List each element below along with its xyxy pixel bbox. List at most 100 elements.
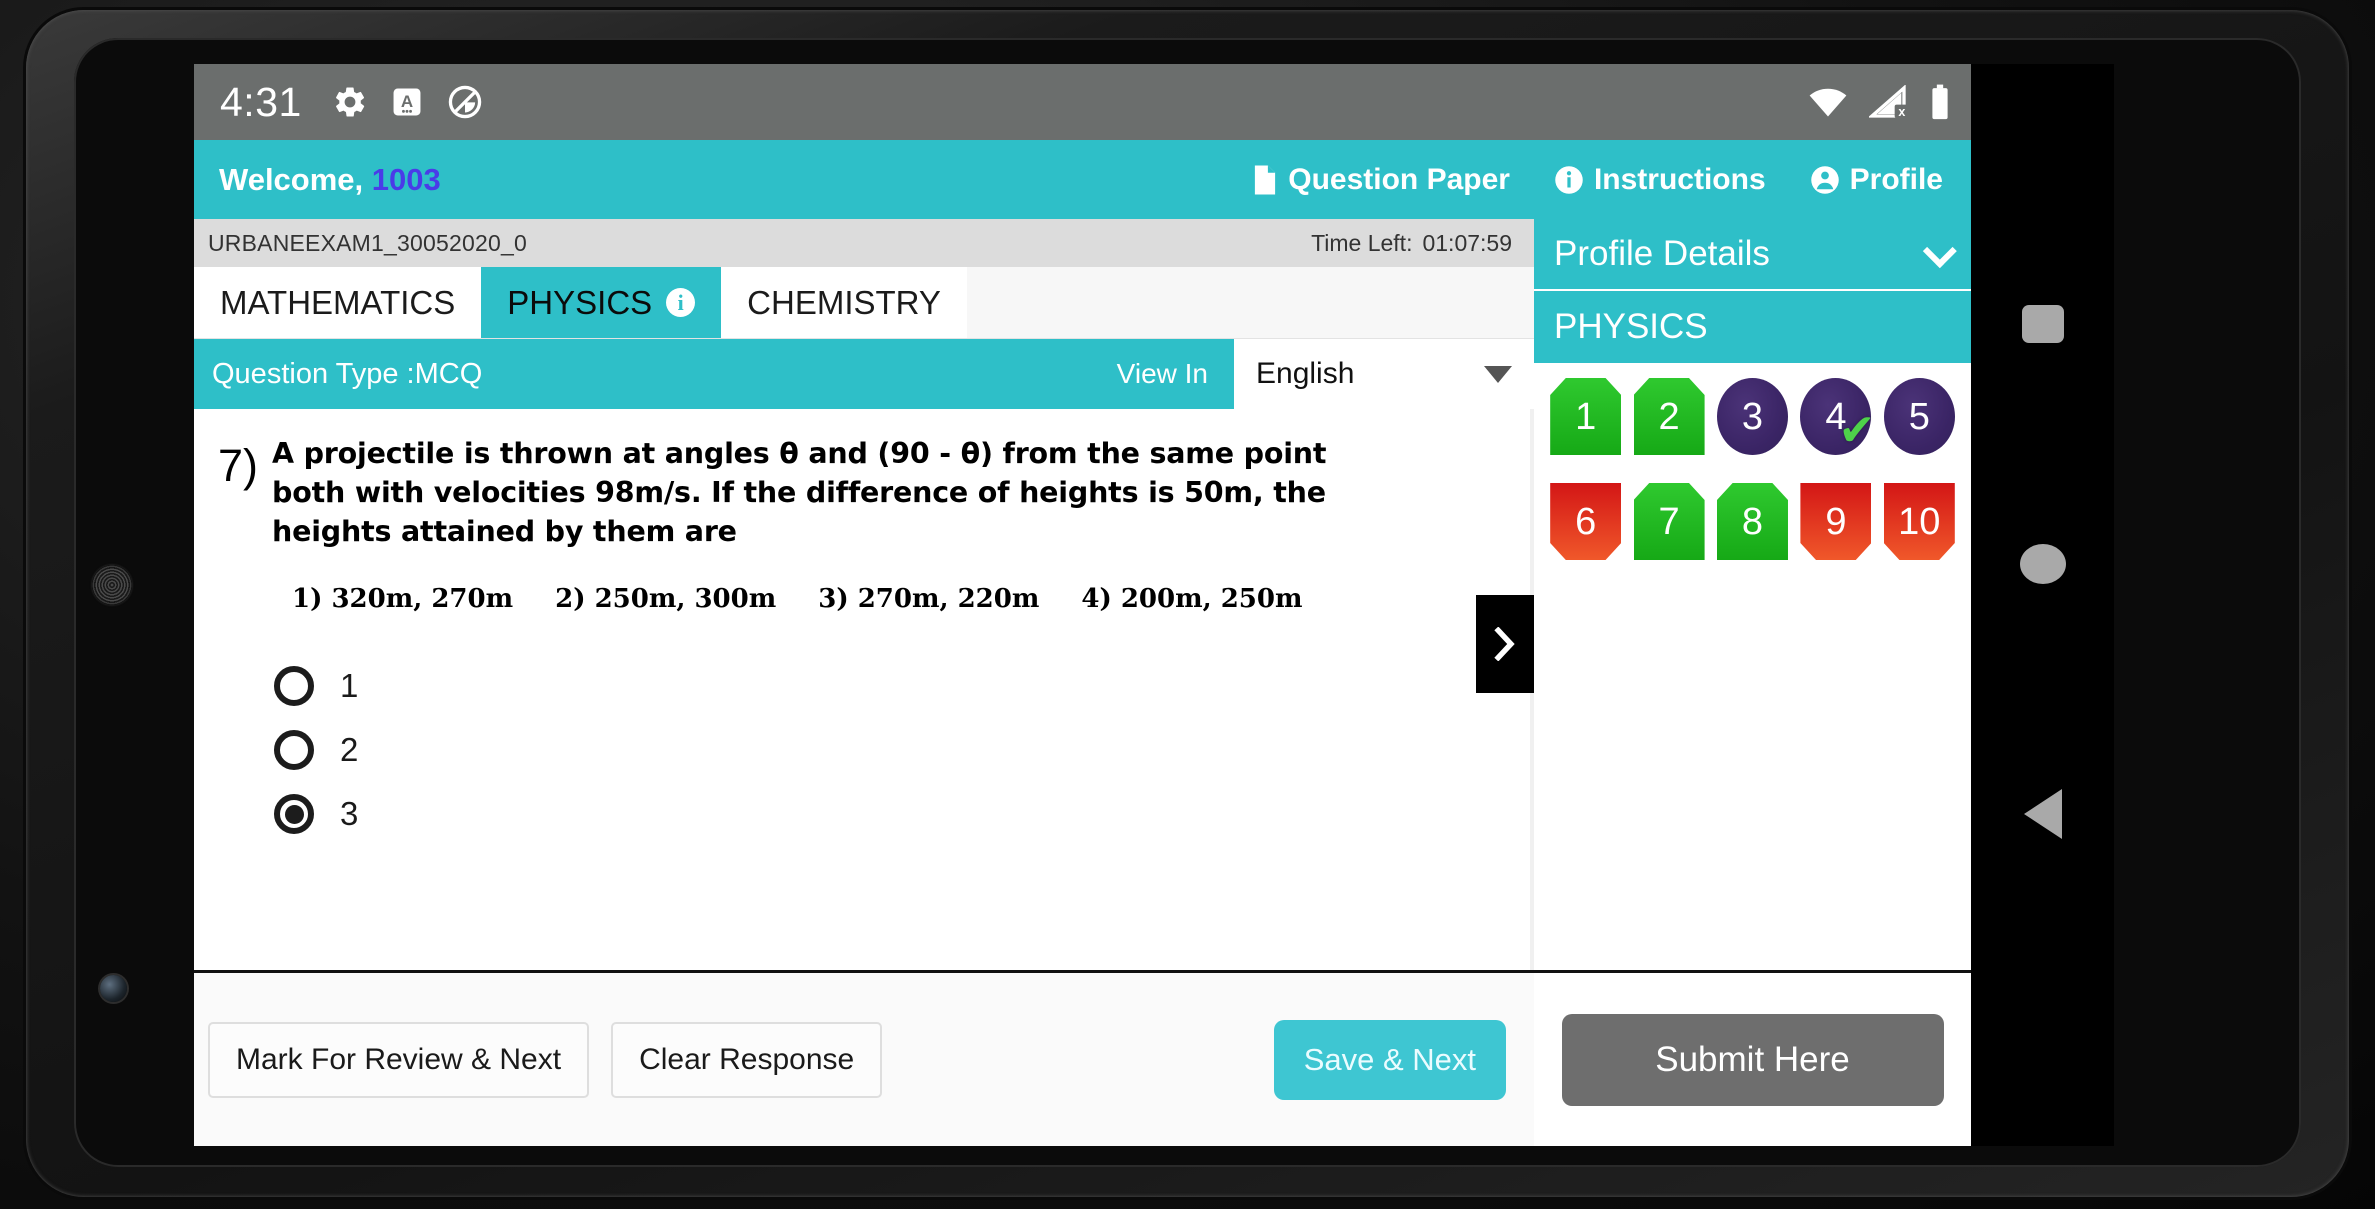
profile-details-header[interactable]: Profile Details	[1534, 219, 1971, 291]
answer-choice-list: 1 2 3	[274, 654, 1504, 846]
answer-choice-1[interactable]: 1	[274, 654, 1504, 718]
answer-choice-1-label: 1	[340, 667, 359, 705]
status-right-icons: x	[1807, 83, 1951, 121]
front-camera-icon	[100, 975, 127, 1002]
clear-response-button[interactable]: Clear Response	[611, 1021, 883, 1098]
answer-choice-2-label: 2	[340, 731, 359, 769]
time-left-value: 01:07:59	[1422, 229, 1512, 256]
question-cell[interactable]: 2	[1633, 378, 1705, 455]
question-cell-number: 3	[1741, 395, 1764, 438]
question-cell-number: 5	[1908, 395, 1930, 438]
radio-button-3[interactable]	[274, 794, 314, 835]
device-frame: 4:31 A x Welcome, 1003 Question Paper In…	[0, 0, 2375, 1209]
tab-chemistry[interactable]: CHEMISTRY	[721, 267, 967, 338]
exam-id-label: URBANEEXAM1_30052020_0	[208, 229, 527, 256]
save-and-next-button[interactable]: Save & Next	[1273, 1019, 1506, 1100]
status-left-icons: A	[332, 83, 484, 121]
answer-choice-3-label: 3	[340, 795, 359, 833]
signal-off-icon: x	[1869, 85, 1909, 119]
android-status-bar: 4:31 A x	[194, 64, 1971, 140]
tab-chemistry-label: CHEMISTRY	[747, 283, 941, 321]
profile-label: Profile	[1849, 162, 1943, 196]
radio-button-1[interactable]	[274, 666, 314, 707]
wifi-icon	[1809, 88, 1847, 117]
submit-here-button[interactable]: Submit Here	[1561, 1013, 1944, 1106]
circle-icon	[2019, 544, 2066, 584]
back-button[interactable]	[1971, 754, 2114, 874]
recents-button[interactable]	[1971, 264, 2114, 384]
tab-physics-label: PHYSICS	[507, 283, 653, 321]
answer-choice-3[interactable]: 3	[274, 782, 1504, 846]
time-left-label: Time Left:	[1311, 229, 1413, 256]
exam-info-bar: URBANEEXAM1_30052020_0 Time Left: 01:07:…	[194, 219, 1534, 267]
inline-option: 2) 250m, 300m	[555, 584, 777, 615]
question-inline-options: 1) 320m, 270m 2) 250m, 300m 3) 270m, 220…	[292, 584, 1504, 614]
device-screen: 4:31 A x Welcome, 1003 Question Paper In…	[194, 64, 2114, 1146]
palette-subject-header: PHYSICS	[1534, 291, 1971, 363]
question-cell[interactable]: 1	[1550, 378, 1622, 455]
battery-full-icon	[1932, 84, 1948, 120]
welcome-label: Welcome,	[219, 161, 364, 197]
tab-physics[interactable]: PHYSICS i	[481, 267, 722, 338]
answer-choice-2[interactable]: 2	[274, 718, 1504, 782]
svg-text:A: A	[401, 92, 413, 111]
tab-physics-info-icon[interactable]: i	[666, 288, 696, 317]
time-left: Time Left: 01:07:59	[1311, 230, 1512, 257]
android-navigation-bar	[1971, 64, 2114, 1146]
radio-button-2[interactable]	[274, 730, 314, 771]
tab-bar-filler	[966, 267, 1534, 338]
chevron-down-icon	[1484, 365, 1512, 383]
app-header: Welcome, 1003 Question Paper Instruction…	[194, 140, 1971, 219]
tab-mathematics-label: MATHEMATICS	[220, 283, 456, 321]
question-cell-number: 10	[1898, 500, 1941, 543]
triangle-left-icon	[2023, 789, 2062, 839]
user-id: 1003	[371, 161, 441, 197]
question-cell[interactable]: 8	[1716, 483, 1788, 560]
mark-for-review-next-button[interactable]: Mark For Review & Next	[208, 1021, 590, 1098]
question-cell-number: 8	[1741, 500, 1764, 543]
a-box-icon: A	[393, 88, 421, 116]
question-row: 7) A projectile is thrown at angles θ an…	[218, 435, 1504, 551]
question-cell-number: 6	[1575, 500, 1597, 543]
question-type-bar: Question Type :MCQ View In English	[194, 339, 1534, 409]
language-select[interactable]: English	[1234, 339, 1534, 409]
question-paper-button[interactable]: Question Paper	[1252, 163, 1510, 197]
question-palette-panel: Profile Details PHYSICS 1 2 3 4 ✔ 5 6 7 …	[1534, 219, 1971, 1146]
question-action-bar: Mark For Review & Next Clear Response Sa…	[194, 970, 1534, 1146]
question-cell[interactable]: 9	[1800, 483, 1872, 560]
question-cell-number: 2	[1658, 395, 1680, 438]
home-button[interactable]	[1971, 504, 2114, 624]
inline-option: 4) 200m, 250m	[1081, 584, 1303, 615]
tab-mathematics[interactable]: MATHEMATICS	[194, 267, 482, 338]
welcome-greeting: Welcome, 1003	[219, 162, 441, 198]
inline-option: 3) 270m, 220m	[818, 584, 1040, 615]
profile-button[interactable]: Profile	[1810, 163, 1943, 197]
profile-details-label: Profile Details	[1554, 234, 1770, 273]
question-cell[interactable]: 10	[1883, 483, 1955, 560]
question-cell[interactable]: 4 ✔	[1800, 378, 1875, 455]
question-cell[interactable]: 3	[1716, 378, 1788, 455]
question-type-label: Question Type :MCQ	[212, 357, 483, 390]
view-in-label: View In	[1116, 358, 1208, 389]
svg-text:x: x	[1898, 105, 1905, 119]
question-cell[interactable]: 6	[1550, 483, 1622, 560]
question-number: 7)	[218, 440, 259, 491]
question-paper-label: Question Paper	[1288, 162, 1510, 196]
person-icon	[1810, 165, 1839, 194]
chevron-down-icon[interactable]	[1922, 234, 1957, 269]
instructions-label: Instructions	[1593, 162, 1766, 196]
instructions-button[interactable]: Instructions	[1554, 163, 1766, 197]
speaker-grill	[92, 565, 132, 605]
question-number-grid: 1 2 3 4 ✔ 5 6 7 8 9 10	[1534, 363, 1971, 970]
header-actions: Question Paper Instructions Profile	[1252, 163, 1971, 197]
marked-for-review-check-icon: ✔	[1838, 405, 1876, 456]
question-cell[interactable]: 5	[1883, 378, 1955, 455]
language-select-value: English	[1256, 357, 1355, 390]
status-clock: 4:31	[220, 78, 302, 125]
square-icon	[2021, 305, 2064, 343]
circle-slash-icon	[448, 85, 482, 119]
next-question-button[interactable]	[1476, 595, 1534, 693]
gear-icon	[335, 87, 364, 117]
question-cell[interactable]: 7	[1633, 483, 1705, 560]
subject-tab-bar: MATHEMATICS PHYSICS i CHEMISTRY	[194, 267, 1534, 339]
